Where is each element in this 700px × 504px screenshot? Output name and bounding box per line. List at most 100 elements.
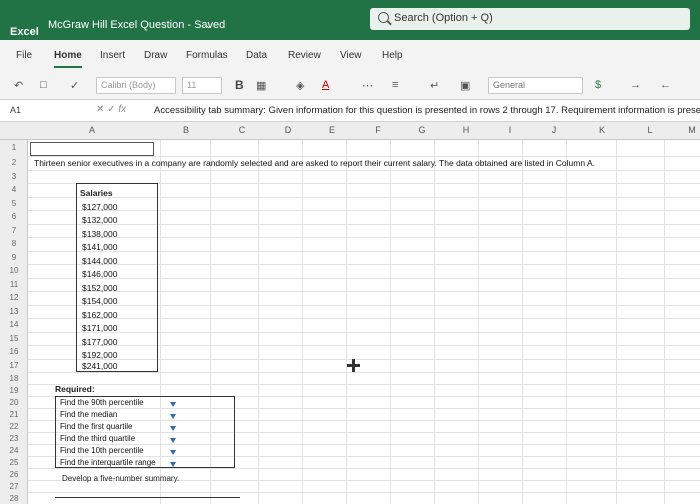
requirement-item[interactable]: Find the third quartile [60, 434, 135, 443]
tab-data[interactable]: Data [246, 50, 267, 61]
spreadsheet-grid[interactable]: A B C D E F G H I J K L M 1 2 3 4 5 6 7 … [0, 122, 700, 504]
row-header[interactable]: 23 [0, 434, 28, 443]
requirement-item[interactable]: Find the 10th percentile [60, 446, 144, 455]
wrap-text-icon[interactable]: ↵ [430, 79, 439, 92]
row-header[interactable]: 18 [0, 374, 28, 383]
column-header[interactable]: G [412, 125, 432, 135]
row-header[interactable]: 5 [0, 199, 28, 208]
row-header[interactable]: 24 [0, 446, 28, 455]
align-icon[interactable]: ≡ [392, 79, 398, 91]
column-header[interactable]: I [500, 125, 520, 135]
tab-formulas[interactable]: Formulas [186, 50, 228, 61]
row-header[interactable]: 10 [0, 266, 28, 275]
column-header[interactable]: A [82, 125, 102, 135]
tab-review[interactable]: Review [288, 50, 321, 61]
more-icon[interactable]: ⋯ [362, 79, 373, 92]
column-header[interactable]: F [368, 125, 388, 135]
row-header[interactable]: 6 [0, 212, 28, 221]
row-header[interactable]: 28 [0, 494, 28, 503]
document-title[interactable]: McGraw Hill Excel Question - Saved [48, 19, 225, 31]
salary-cell[interactable]: $132,000 [82, 215, 117, 225]
row-header[interactable]: 1 [0, 143, 28, 152]
grid-line [28, 170, 700, 171]
cell-cursor-icon [347, 359, 360, 372]
merge-icon[interactable]: ▣ [460, 79, 470, 92]
requirement-item[interactable]: Find the 90th percentile [60, 398, 144, 407]
row-header[interactable]: 14 [0, 320, 28, 329]
tab-view[interactable]: View [340, 50, 362, 61]
salary-cell[interactable]: $152,000 [82, 283, 117, 293]
row-header[interactable]: 22 [0, 422, 28, 431]
column-header[interactable]: H [456, 125, 476, 135]
column-header[interactable]: E [322, 125, 342, 135]
formula-input[interactable]: Accessibility tab summary: Given informa… [154, 105, 700, 116]
column-header[interactable]: L [640, 125, 660, 135]
bold-button[interactable]: B [235, 78, 244, 92]
tab-help[interactable]: Help [382, 50, 403, 61]
salary-cell[interactable]: $141,000 [82, 242, 117, 252]
requirement-item[interactable]: Find the interquartile range [60, 458, 156, 467]
row-header[interactable]: 7 [0, 226, 28, 235]
salary-cell[interactable]: $162,000 [82, 310, 117, 320]
row-header[interactable]: 4 [0, 185, 28, 194]
row-header[interactable]: 21 [0, 410, 28, 419]
requirement-item[interactable]: Find the first quartile [60, 422, 132, 431]
row-header[interactable]: 26 [0, 470, 28, 479]
fill-color-icon[interactable]: ◈ [296, 79, 304, 92]
tab-draw[interactable]: Draw [144, 50, 167, 61]
salary-cell[interactable]: $177,000 [82, 337, 117, 347]
number-format-select[interactable]: General [488, 77, 583, 94]
name-box[interactable]: A1 [10, 105, 21, 115]
currency-button[interactable]: $ [595, 79, 601, 91]
format-painter-icon[interactable]: ✓ [70, 79, 79, 92]
salary-cell[interactable]: $144,000 [82, 256, 117, 266]
row-header[interactable]: 15 [0, 334, 28, 343]
row-header[interactable]: 11 [0, 280, 28, 289]
requirement-item[interactable]: Find the median [60, 410, 117, 419]
salary-cell[interactable]: $127,000 [82, 202, 117, 212]
tab-insert[interactable]: Insert [100, 50, 125, 61]
clipboard-icon[interactable]: □ [40, 79, 47, 91]
chevron-down-icon[interactable]: ⌄ [205, 20, 213, 31]
salary-cell[interactable]: $146,000 [82, 269, 117, 279]
font-size-select[interactable]: 11 [182, 77, 222, 94]
font-color-icon[interactable]: A [322, 79, 329, 91]
decrease-decimal-icon[interactable]: ← [660, 79, 671, 91]
required-label[interactable]: Required: [55, 384, 95, 394]
salary-header[interactable]: Salaries [80, 188, 113, 198]
row-header[interactable]: 12 [0, 293, 28, 302]
salary-cell[interactable]: $192,000 [82, 350, 117, 360]
row-header[interactable]: 3 [0, 172, 28, 181]
undo-icon[interactable]: ↶ [14, 79, 23, 92]
row-header[interactable]: 16 [0, 347, 28, 356]
row-header[interactable]: 9 [0, 253, 28, 262]
tab-file[interactable]: File [16, 50, 32, 61]
column-header[interactable]: K [592, 125, 612, 135]
row-header[interactable]: 27 [0, 482, 28, 491]
active-cell-a1[interactable] [30, 142, 154, 156]
salary-cell[interactable]: $171,000 [82, 323, 117, 333]
salary-cell[interactable]: $154,000 [82, 296, 117, 306]
tab-home[interactable]: Home [54, 50, 82, 68]
row-header[interactable]: 20 [0, 398, 28, 407]
row-header[interactable]: 8 [0, 239, 28, 248]
column-header[interactable]: B [176, 125, 196, 135]
salary-cell[interactable]: $138,000 [82, 229, 117, 239]
search-input[interactable]: Search (Option + Q) [370, 8, 690, 30]
font-name-select[interactable]: Calibri (Body) [96, 77, 176, 94]
row-header[interactable]: 17 [0, 361, 28, 370]
row-header[interactable]: 2 [0, 158, 28, 167]
salary-cell[interactable]: $241,000 [82, 361, 117, 371]
increase-decimal-icon[interactable]: → [630, 79, 641, 91]
intro-text[interactable]: Thirteen senior executives in a company … [34, 158, 595, 168]
develop-text[interactable]: Develop a five-number summary. [62, 474, 179, 483]
column-header[interactable]: D [278, 125, 298, 135]
borders-icon[interactable]: ▦ [256, 79, 266, 92]
row-header[interactable]: 25 [0, 458, 28, 467]
fx-icon[interactable]: ✕ ✓ fx [96, 104, 126, 115]
row-header[interactable]: 13 [0, 307, 28, 316]
column-header[interactable]: C [232, 125, 252, 135]
column-header[interactable]: J [544, 125, 564, 135]
row-header[interactable]: 19 [0, 386, 28, 395]
column-header[interactable]: M [682, 125, 700, 135]
